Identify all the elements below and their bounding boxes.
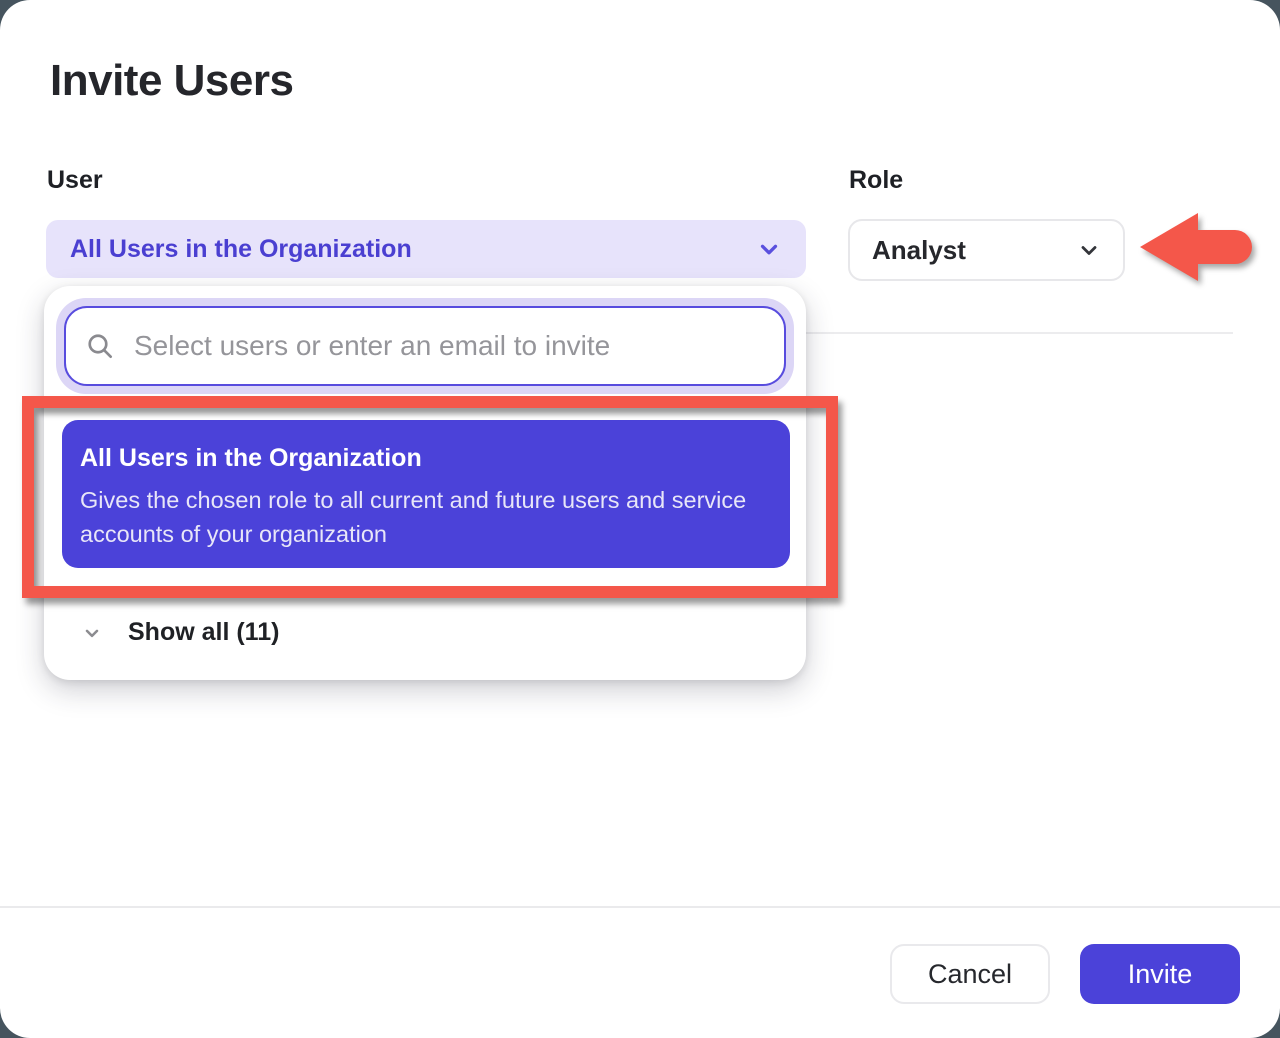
- user-select[interactable]: All Users in the Organization: [46, 220, 806, 278]
- option-title: All Users in the Organization: [80, 444, 772, 473]
- chevron-down-icon: [756, 236, 782, 262]
- invite-button[interactable]: Invite: [1080, 944, 1240, 1004]
- show-all-toggle[interactable]: Show all (11): [82, 618, 279, 647]
- search-input[interactable]: [132, 329, 766, 363]
- user-select-value: All Users in the Organization: [70, 235, 412, 264]
- role-field-label: Role: [849, 166, 903, 195]
- chevron-down-icon: [1077, 238, 1101, 262]
- chevron-down-icon: [82, 623, 102, 643]
- annotation-arrow-icon: [1134, 206, 1256, 290]
- user-dropdown-panel: All Users in the Organization Gives the …: [44, 286, 806, 680]
- cancel-button[interactable]: Cancel: [890, 944, 1050, 1004]
- option-all-users-in-organization[interactable]: All Users in the Organization Gives the …: [62, 420, 790, 568]
- invite-users-modal: Invite Users User Role All Users in the …: [0, 0, 1280, 1038]
- footer-divider: [0, 906, 1280, 908]
- user-field-label: User: [47, 166, 103, 195]
- search-field[interactable]: [64, 306, 786, 386]
- role-select-value: Analyst: [872, 235, 966, 266]
- role-select[interactable]: Analyst: [848, 219, 1125, 281]
- page-title: Invite Users: [50, 56, 293, 106]
- search-field-focus-ring: [56, 298, 794, 394]
- option-description: Gives the chosen role to all current and…: [80, 484, 766, 551]
- show-all-label: Show all (11): [128, 618, 279, 647]
- search-icon: [84, 330, 116, 362]
